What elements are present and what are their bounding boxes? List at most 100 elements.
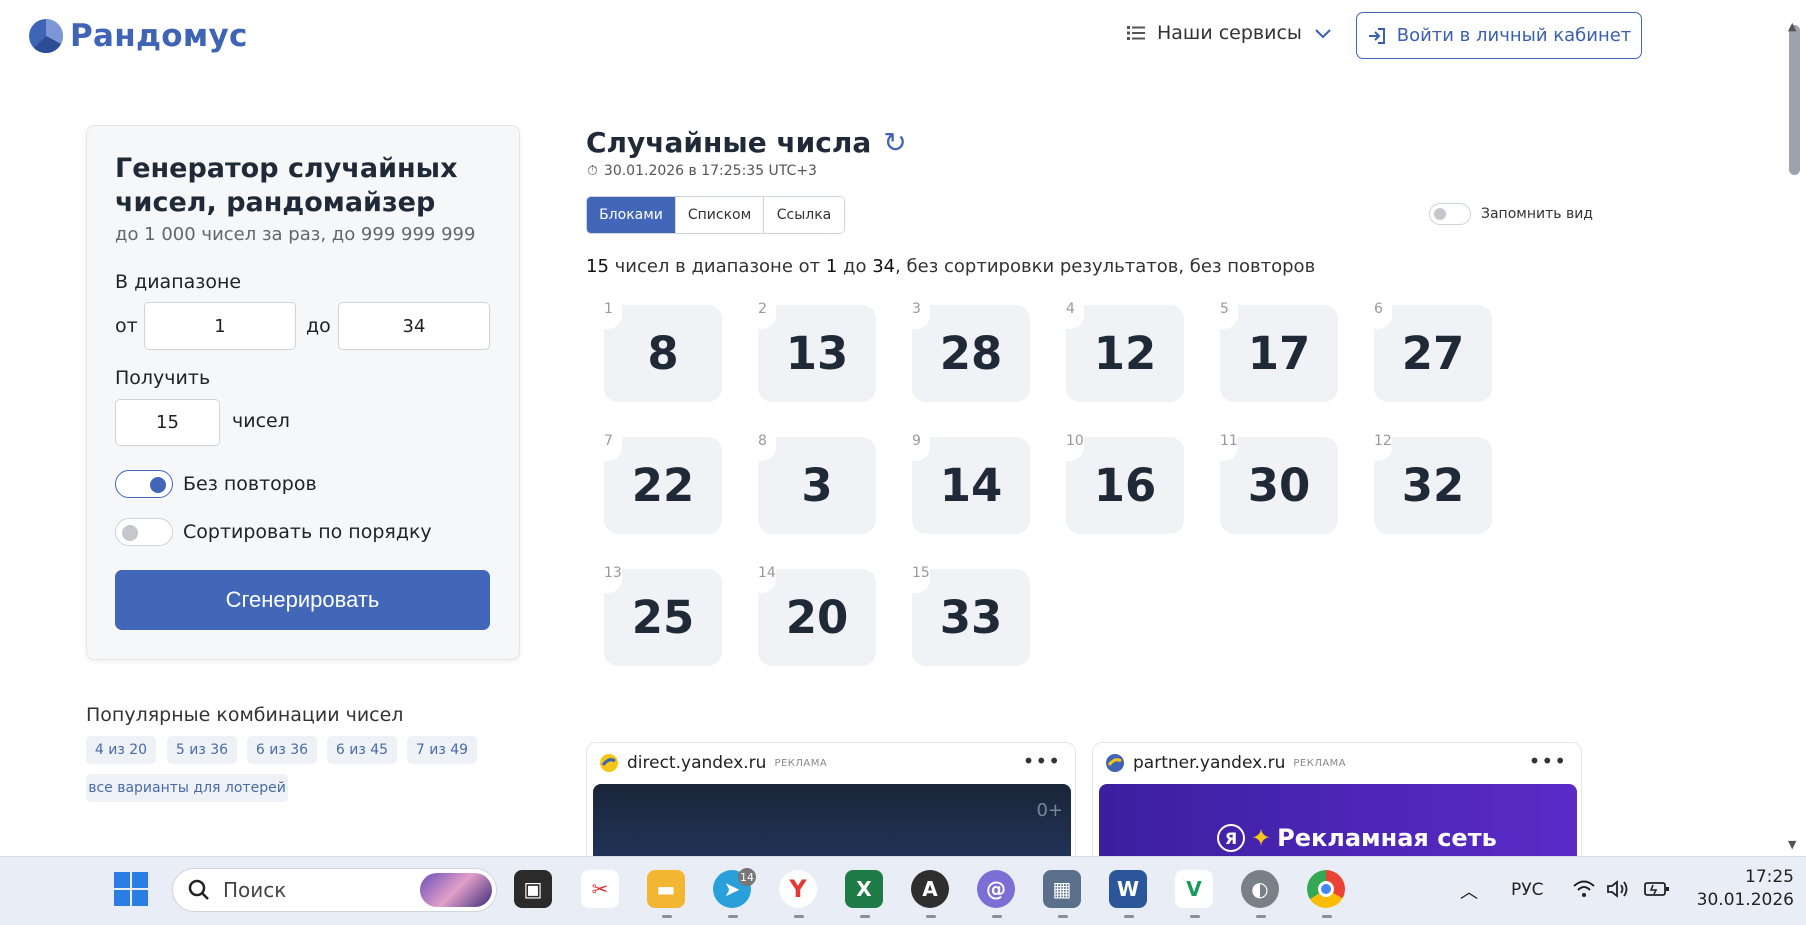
clock-time: 17:25 xyxy=(1745,867,1794,887)
count-label: Получить xyxy=(115,367,211,389)
running-indicator xyxy=(662,915,672,918)
count-input[interactable] xyxy=(115,399,220,446)
summary-count: 15 xyxy=(586,256,609,277)
number-value: 33 xyxy=(939,591,1003,644)
search-icon xyxy=(188,879,209,900)
number-index: 3 xyxy=(900,299,930,329)
ad-domain: partner.yandex.ru xyxy=(1133,753,1286,773)
tab-list[interactable]: Списком xyxy=(676,197,764,233)
windows-start-icon[interactable] xyxy=(113,871,149,911)
number-index: 14 xyxy=(746,563,776,593)
word-icon[interactable]: W xyxy=(1109,870,1147,908)
scrollbar-thumb[interactable] xyxy=(1789,25,1800,175)
more-icon[interactable]: ••• xyxy=(1023,749,1061,773)
yandex-partner-icon xyxy=(1106,754,1124,772)
app-icon-2[interactable]: ◐ xyxy=(1241,870,1279,908)
wifi-icon[interactable] xyxy=(1572,879,1596,903)
file-explorer-icon[interactable]: ▬ xyxy=(647,870,685,908)
popular-chip[interactable]: 7 из 49 xyxy=(407,736,477,764)
language-indicator[interactable]: РУС xyxy=(1511,880,1543,900)
app-icon[interactable]: A xyxy=(911,870,949,908)
chevron-up-icon[interactable]: ︿ xyxy=(1460,878,1478,904)
number-value: 3 xyxy=(801,459,833,512)
number-index: 6 xyxy=(1362,299,1392,329)
sparkle-icon: ✦ xyxy=(1251,824,1272,852)
number-index: 1 xyxy=(592,299,622,329)
remember-label: Запомнить вид xyxy=(1481,206,1593,222)
running-indicator xyxy=(1058,915,1068,918)
number-block: 12 xyxy=(1066,305,1184,402)
excel-icon[interactable]: X xyxy=(845,870,883,908)
remember-toggle[interactable] xyxy=(1429,203,1471,225)
mail-icon[interactable]: @ xyxy=(977,870,1015,908)
range-to-input[interactable] xyxy=(338,302,490,350)
number-block: 33 xyxy=(912,569,1030,666)
scroll-up-icon[interactable]: ▲ xyxy=(1788,20,1796,33)
summary-to: 34 xyxy=(872,256,896,277)
remember-view[interactable]: Запомнить вид xyxy=(1429,203,1593,225)
snipping-tool-icon[interactable]: ✂ xyxy=(581,870,619,908)
generator-title: Генератор случайных чисел, рандомайзер xyxy=(115,153,458,218)
logo[interactable]: Рандомус xyxy=(28,18,248,54)
range-from-input[interactable] xyxy=(144,302,296,350)
yandex-direct-icon xyxy=(600,754,618,772)
number-block: 30 xyxy=(1220,437,1338,534)
tab-link[interactable]: Ссылка xyxy=(764,197,844,233)
to-label: до xyxy=(306,315,331,337)
number-block: 25 xyxy=(604,569,722,666)
count-suffix: чисел xyxy=(232,410,290,432)
popular-chip-all[interactable]: все варианты для лотерей xyxy=(86,774,288,802)
number-value: 28 xyxy=(939,327,1003,380)
ad-domain: direct.yandex.ru xyxy=(627,753,767,773)
number-block: 17 xyxy=(1220,305,1338,402)
running-indicator xyxy=(1190,915,1200,918)
result-summary: 15 чисел в диапазоне от 1 до 34, без сор… xyxy=(586,256,1315,277)
number-index: 8 xyxy=(746,431,776,461)
ad-card[interactable]: partner.yandex.ru РЕКЛАМА ••• Я ✦ Реклам… xyxy=(1092,742,1582,862)
vipnet-icon[interactable]: V xyxy=(1175,870,1213,908)
popular-chip[interactable]: 6 из 36 xyxy=(247,736,317,764)
more-icon[interactable]: ••• xyxy=(1529,749,1567,773)
number-index: 10 xyxy=(1054,431,1084,461)
login-button[interactable]: Войти в личный кабинет xyxy=(1356,12,1642,59)
list-icon xyxy=(1127,26,1145,40)
from-label: от xyxy=(115,315,138,337)
number-block: 32 xyxy=(1374,437,1492,534)
number-value: 17 xyxy=(1247,327,1311,380)
ad-card[interactable]: direct.yandex.ru РЕКЛАМА ••• 0+ xyxy=(586,742,1076,862)
popular-chip[interactable]: 4 из 20 xyxy=(86,736,156,764)
calculator-icon[interactable]: ▦ xyxy=(1043,870,1081,908)
sort-toggle[interactable] xyxy=(115,518,173,546)
number-block: 27 xyxy=(1374,305,1492,402)
number-value: 25 xyxy=(631,591,695,644)
ad-image: 0+ xyxy=(593,784,1071,861)
services-label: Наши сервисы xyxy=(1157,22,1302,44)
chrome-icon[interactable] xyxy=(1307,870,1345,908)
result-title: Случайные числа ↻ xyxy=(586,126,907,159)
popular-chip[interactable]: 5 из 36 xyxy=(167,736,237,764)
yandex-browser-icon[interactable]: Y xyxy=(779,870,817,908)
ad-tag: РЕКЛАМА xyxy=(1293,757,1347,769)
ad-image: Я ✦ Рекламная сеть xyxy=(1099,784,1577,861)
popular-chip[interactable]: 6 из 45 xyxy=(327,736,397,764)
task-view-icon[interactable]: ▣ xyxy=(514,870,552,908)
services-menu[interactable]: Наши сервисы xyxy=(1127,22,1332,44)
login-label: Войти в личный кабинет xyxy=(1396,25,1632,46)
age-badge: 0+ xyxy=(1036,800,1063,821)
number-value: 22 xyxy=(631,459,695,512)
tab-blocks[interactable]: Блоками xyxy=(587,197,676,233)
running-indicator xyxy=(926,915,936,918)
number-index: 9 xyxy=(900,431,930,461)
timestamp-text: 30.01.2026 в 17:25:35 UTC+3 xyxy=(603,163,817,179)
no-repeat-toggle[interactable] xyxy=(115,470,173,498)
taskbar-clock[interactable]: 17:25 30.01.2026 xyxy=(1694,866,1794,912)
battery-icon[interactable] xyxy=(1644,880,1670,902)
scroll-down-icon[interactable]: ▼ xyxy=(1788,838,1796,851)
result-title-text: Случайные числа xyxy=(586,126,872,159)
volume-icon[interactable] xyxy=(1606,879,1630,903)
summary-text-3: , без сортировки результатов, без повтор… xyxy=(895,256,1316,277)
view-tabs: Блоками Списком Ссылка xyxy=(586,196,845,234)
refresh-icon[interactable]: ↻ xyxy=(883,126,906,159)
generate-button[interactable]: Сгенерировать xyxy=(115,570,490,630)
taskbar-search[interactable]: Поиск xyxy=(172,868,497,912)
